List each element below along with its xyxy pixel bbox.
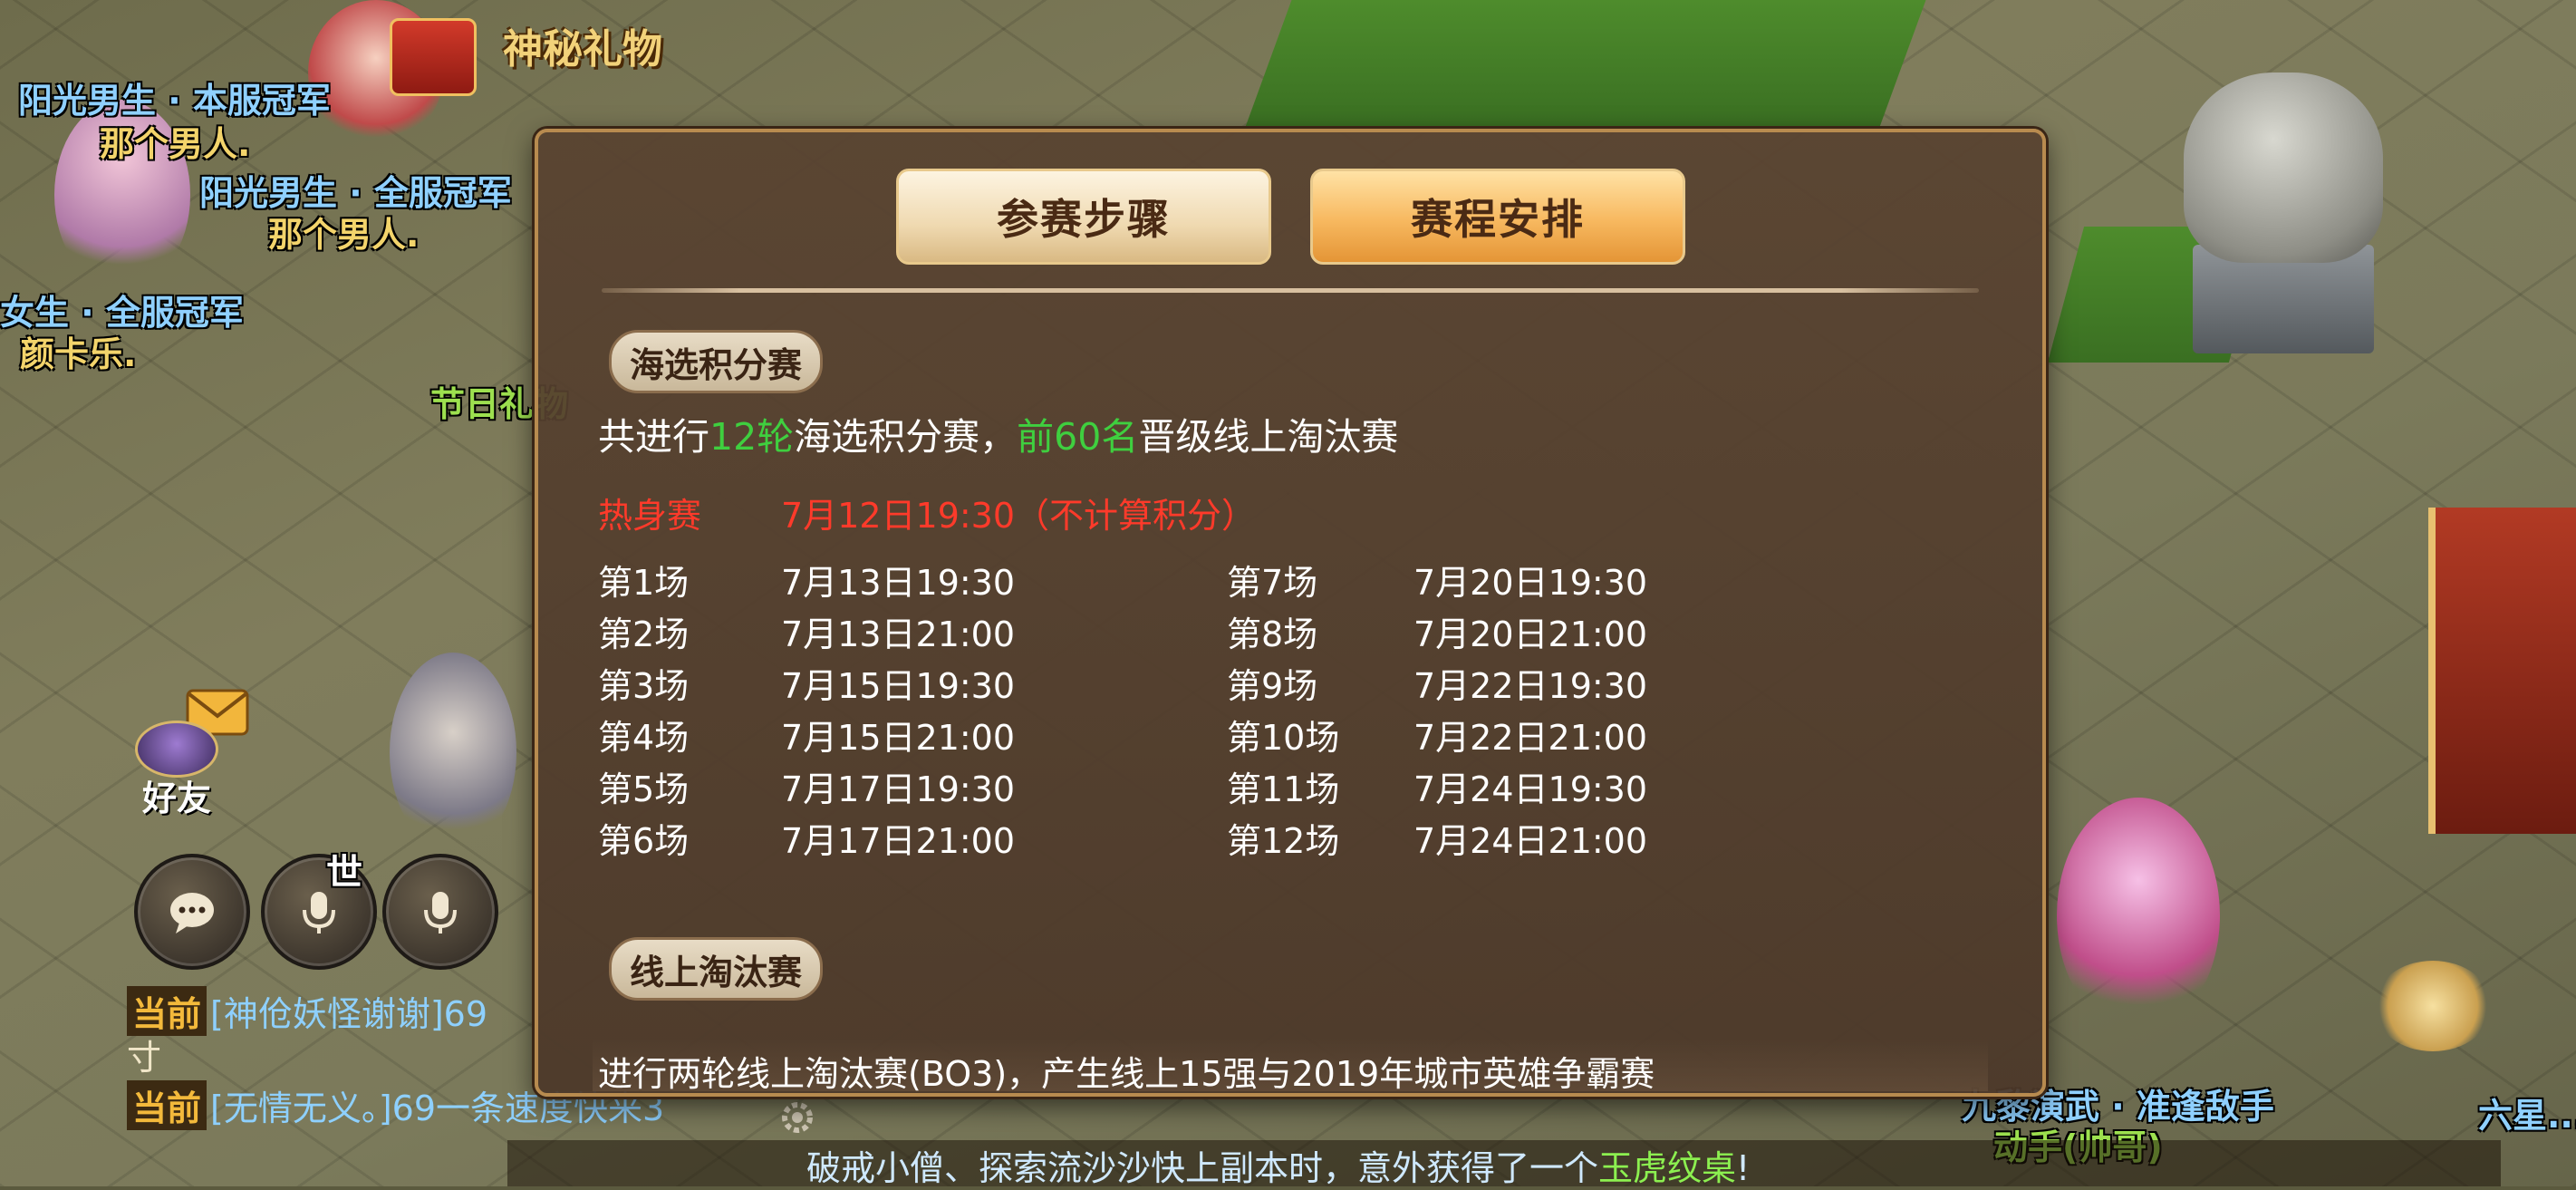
friends-label: 好友 xyxy=(141,779,211,818)
system-ticker: 破戒小僧、探索流沙沙快上副本时，意外获得了一个玉虎纹桌! xyxy=(806,1140,1750,1190)
round-time: 7月15日21:00 xyxy=(781,718,1016,758)
player-character[interactable] xyxy=(390,653,516,852)
lion-statue[interactable] xyxy=(2156,54,2392,353)
round-time: 7月15日19:30 xyxy=(781,666,1016,706)
friends-button[interactable]: 好友 xyxy=(131,721,222,820)
settings-gear-icon[interactable] xyxy=(775,1095,820,1140)
round-time: 7月13日19:30 xyxy=(781,563,1016,603)
friend-avatar xyxy=(135,721,218,778)
round-label: 第4场 xyxy=(598,718,690,758)
warmup-time: 7月12日19:30（不计算积分） xyxy=(781,496,1257,536)
round-time: 7月20日19:30 xyxy=(1413,563,1648,603)
round-label: 第7场 xyxy=(1227,563,1318,603)
player-character[interactable] xyxy=(2057,798,2220,1033)
world-channel-char: 世 xyxy=(326,852,362,894)
intro-text: 晋级线上淘汰赛 xyxy=(1138,415,1399,459)
gold-item[interactable] xyxy=(2374,961,2492,1051)
ticker-text: 破戒小僧、探索流沙沙快上副本时，意外获得了一个 xyxy=(806,1148,1599,1188)
warmup-label: 热身赛 xyxy=(598,496,702,536)
gift-box-icon[interactable] xyxy=(390,18,477,96)
player-name: 那个男人. xyxy=(100,124,251,164)
mystery-gift-label[interactable]: 神秘礼物 xyxy=(503,16,662,74)
chat-message[interactable]: 当前 [神伧妖怪谢谢]69 xyxy=(127,986,487,1036)
intro-rounds: 12轮 xyxy=(709,415,795,459)
player-name: 那个男人. xyxy=(268,215,420,255)
npc-label: 六星... xyxy=(2478,1096,2576,1136)
player-title: 阳光男生 · 本服冠军 xyxy=(18,81,331,121)
ticker-end: ! xyxy=(1736,1148,1751,1188)
chat-channel-tag: 当前 xyxy=(127,986,207,1036)
tab-schedule[interactable]: 赛程安排 xyxy=(1310,169,1685,265)
intro-top-count: 前60名 xyxy=(1017,415,1139,459)
round-time: 7月17日19:30 xyxy=(781,769,1016,809)
divider xyxy=(602,288,1979,293)
pavilion xyxy=(2428,508,2576,834)
intro-text: 海选积分赛， xyxy=(794,415,1018,459)
knockout-description: 进行两轮线上淘汰赛(BO3)，产生线上15强与2019年城市英雄争霸赛 xyxy=(598,1054,1655,1094)
chat-message-continuation: 寸 xyxy=(127,1030,161,1079)
ticker-item: 玉虎纹桌 xyxy=(1598,1148,1737,1188)
chat-message-text: [神伧妖怪谢谢]69 xyxy=(210,994,488,1034)
chat-message-text: 寸 xyxy=(127,1038,162,1078)
round-label: 第8场 xyxy=(1227,614,1318,654)
voice-team-button[interactable] xyxy=(382,854,498,970)
round-time: 7月24日19:30 xyxy=(1413,769,1648,809)
round-label: 第10场 xyxy=(1227,718,1340,758)
round-label: 第9场 xyxy=(1227,666,1318,706)
qualifier-intro: 共进行12轮海选积分赛，前60名晋级线上淘汰赛 xyxy=(598,406,1398,460)
round-time: 7月13日21:00 xyxy=(781,614,1016,654)
round-label: 第12场 xyxy=(1227,821,1340,861)
round-label: 第1场 xyxy=(598,563,690,603)
microphone-icon xyxy=(424,892,457,934)
intro-text: 共进行 xyxy=(598,415,709,459)
round-time: 7月22日21:00 xyxy=(1413,718,1648,758)
round-label: 第3场 xyxy=(598,666,690,706)
round-label: 第5场 xyxy=(598,769,690,809)
grass-patch xyxy=(1245,0,1926,127)
player-name: 颜卡乐. xyxy=(20,334,137,374)
chat-channel-tag: 当前 xyxy=(127,1080,207,1130)
round-time: 7月24日21:00 xyxy=(1413,821,1648,861)
round-label: 第2场 xyxy=(598,614,690,654)
tab-entry-steps[interactable]: 参赛步骤 xyxy=(896,169,1271,265)
dialog-tabs: 参赛步骤 赛程安排 xyxy=(896,169,1685,265)
chat-button[interactable] xyxy=(134,854,250,970)
round-label: 第6场 xyxy=(598,821,690,861)
round-time: 7月22日19:30 xyxy=(1413,666,1648,706)
round-time: 7月17日21:00 xyxy=(781,821,1016,861)
chat-bubble-icon xyxy=(170,893,214,934)
round-time: 7月20日21:00 xyxy=(1413,614,1648,654)
section-header-knockout: 线上淘汰赛 xyxy=(609,937,823,1001)
round-label: 第11场 xyxy=(1227,769,1340,809)
section-header-qualifier: 海选积分赛 xyxy=(609,330,823,393)
tournament-info-dialog: 参赛步骤 赛程安排 海选积分赛 共进行12轮海选积分赛，前60名晋级线上淘汰赛 … xyxy=(535,129,2046,1097)
